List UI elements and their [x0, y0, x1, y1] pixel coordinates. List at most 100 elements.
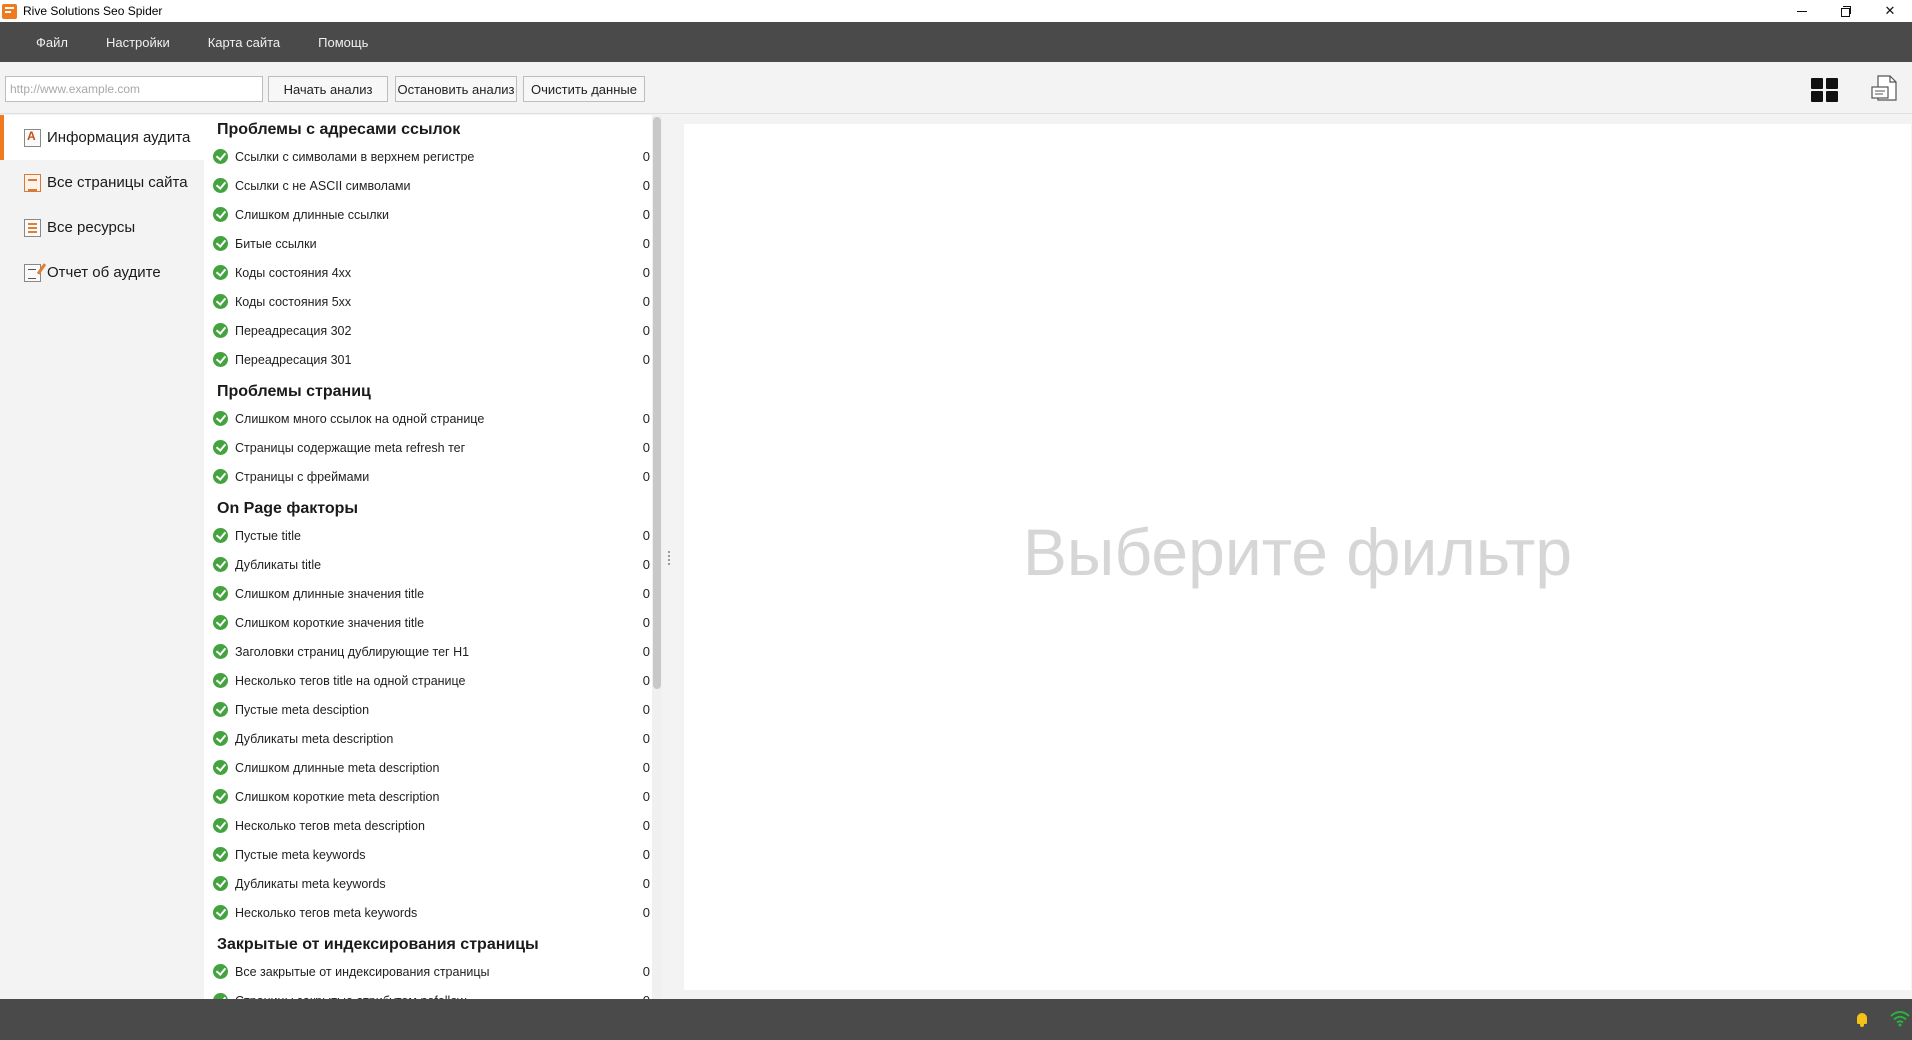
check-circle-icon	[213, 236, 228, 251]
grid-cell	[1811, 91, 1823, 102]
stop-analysis-button[interactable]: Остановить анализ	[395, 76, 517, 102]
close-button[interactable]: ✕	[1868, 0, 1912, 22]
minimize-button[interactable]	[1780, 0, 1824, 22]
check-circle-icon	[213, 149, 228, 164]
filter-row[interactable]: Переадресация 302 0	[204, 316, 650, 345]
filter-row[interactable]: Пустые meta desciption 0	[204, 695, 650, 724]
sidebar-item-all-resources[interactable]: Все ресурсы	[0, 205, 204, 250]
filter-label: Ссылки с символами в верхнем регистре	[235, 149, 475, 164]
filter-list[interactable]: Проблемы с адресами ссылок Ссылки с симво…	[204, 115, 650, 999]
panel-splitter[interactable]	[662, 115, 676, 999]
grid-view-icon[interactable]	[1811, 78, 1838, 102]
filter-label: Пустые meta keywords	[235, 847, 366, 862]
filter-count: 0	[642, 178, 650, 193]
filter-scrollbar[interactable]	[652, 115, 662, 999]
scrollbar-thumb[interactable]	[653, 117, 661, 689]
check-circle-icon	[213, 847, 228, 862]
restore-button[interactable]	[1824, 0, 1868, 22]
filter-row[interactable]: Несколько тегов meta description 0	[204, 811, 650, 840]
sidebar-item-audit-report[interactable]: Отчет об аудите	[0, 250, 204, 295]
filter-row[interactable]: Коды состояния 5xx 0	[204, 287, 650, 316]
check-circle-icon	[213, 178, 228, 193]
filter-row[interactable]: Переадресация 301 0	[204, 345, 650, 374]
filter-label: Все закрытые от индексирования страницы	[235, 964, 490, 979]
check-circle-icon	[213, 469, 228, 484]
filter-row[interactable]: Несколько тегов title на одной странице 0	[204, 666, 650, 695]
filter-count: 0	[642, 615, 650, 630]
grid-cell	[1811, 78, 1823, 89]
filter-label: Несколько тегов meta description	[235, 818, 425, 833]
filter-label: Страницы содержащие meta refresh тег	[235, 440, 466, 455]
check-circle-icon	[213, 964, 228, 979]
menu-file[interactable]: Файл	[16, 22, 86, 62]
menu-sitemap[interactable]: Карта сайта	[188, 22, 298, 62]
filter-label: Несколько тегов meta keywords	[235, 905, 418, 920]
menu-settings[interactable]: Настройки	[86, 22, 188, 62]
sidebar: Информация аудита Все страницы сайта Все…	[0, 115, 204, 999]
filter-row[interactable]: Ссылки с не ASCII символами 0	[204, 171, 650, 200]
filter-count: 0	[642, 294, 650, 309]
check-circle-icon	[213, 644, 228, 659]
filter-row[interactable]: Слишком длинные значения title 0	[204, 579, 650, 608]
filter-count: 0	[642, 673, 650, 688]
menu-help[interactable]: Помощь	[298, 22, 386, 62]
filter-row[interactable]: Страницы с фреймами 0	[204, 462, 650, 491]
filter-row[interactable]: Дубликаты title 0	[204, 550, 650, 579]
filter-label: Страницы с фреймами	[235, 469, 370, 484]
window-controls: ✕	[1780, 0, 1912, 22]
filter-row[interactable]: Слишком длинные ссылки 0	[204, 200, 650, 229]
filter-label: Слишком короткие значения title	[235, 615, 425, 630]
check-circle-icon	[213, 673, 228, 688]
app-logo-icon	[2, 3, 17, 19]
check-circle-icon	[213, 702, 228, 717]
filter-count: 0	[642, 586, 650, 601]
check-circle-icon	[213, 905, 228, 920]
filter-count: 0	[642, 440, 650, 455]
filter-count: 0	[642, 847, 650, 862]
sidebar-item-all-pages[interactable]: Все страницы сайта	[0, 160, 204, 205]
filter-label: Слишком длинные значения title	[235, 586, 425, 601]
filter-label: Пустые title	[235, 528, 301, 543]
filter-label: Дубликаты title	[235, 557, 322, 572]
filter-label: Пустые meta desciption	[235, 702, 370, 717]
wifi-signal-icon[interactable]	[1890, 1009, 1910, 1027]
sidebar-item-audit-info[interactable]: Информация аудита	[0, 115, 204, 160]
filter-count: 0	[642, 964, 650, 979]
filter-row[interactable]: Слишком короткие meta description 0	[204, 782, 650, 811]
filter-row[interactable]: Ссылки с символами в верхнем регистре 0	[204, 142, 650, 171]
check-circle-icon	[213, 207, 228, 222]
filter-count: 0	[642, 789, 650, 804]
filter-row[interactable]: Слишком короткие значения title 0	[204, 608, 650, 637]
filter-count: 0	[642, 702, 650, 717]
filter-row[interactable]: Слишком длинные meta description 0	[204, 753, 650, 782]
filter-count: 0	[642, 644, 650, 659]
export-document-icon[interactable]	[1870, 74, 1898, 104]
filter-row[interactable]: Заголовки страниц дублирующие тег H1 0	[204, 637, 650, 666]
grid-cell	[1826, 78, 1838, 89]
check-circle-icon	[213, 586, 228, 601]
filter-row[interactable]: Пустые meta keywords 0	[204, 840, 650, 869]
notification-bell-icon[interactable]	[1857, 1013, 1867, 1027]
filter-count: 0	[642, 352, 650, 367]
filter-row[interactable]: Все закрытые от индексирования страницы 0	[204, 957, 650, 986]
filter-row[interactable]: Дубликаты meta description 0	[204, 724, 650, 753]
filter-row[interactable]: Страницы закрытые атрибутом nofollow0	[204, 986, 650, 999]
filter-count: 0	[642, 876, 650, 891]
filter-row[interactable]: Страницы содержащие meta refresh тег 0	[204, 433, 650, 462]
pages-icon	[24, 173, 41, 192]
filter-row[interactable]: Пустые title 0	[204, 521, 650, 550]
minimize-icon	[1797, 10, 1807, 12]
start-analysis-button[interactable]: Начать анализ	[268, 76, 388, 102]
clear-data-button[interactable]: Очистить данные	[523, 76, 645, 102]
filter-row[interactable]: Коды состояния 4xx 0	[204, 258, 650, 287]
filter-label: Переадресация 302	[235, 323, 352, 338]
check-circle-icon	[213, 528, 228, 543]
close-icon: ✕	[1884, 3, 1896, 18]
filter-row[interactable]: Битые ссылки 0	[204, 229, 650, 258]
filter-row[interactable]: Несколько тегов meta keywords 0	[204, 898, 650, 927]
filter-row[interactable]: Слишком много ссылок на одной странице 0	[204, 404, 650, 433]
select-filter-placeholder: Выберите фильтр	[1022, 515, 1573, 589]
sidebar-item-label: Все страницы сайта	[47, 174, 188, 191]
filter-row[interactable]: Дубликаты meta keywords 0	[204, 869, 650, 898]
url-input[interactable]	[5, 76, 263, 102]
